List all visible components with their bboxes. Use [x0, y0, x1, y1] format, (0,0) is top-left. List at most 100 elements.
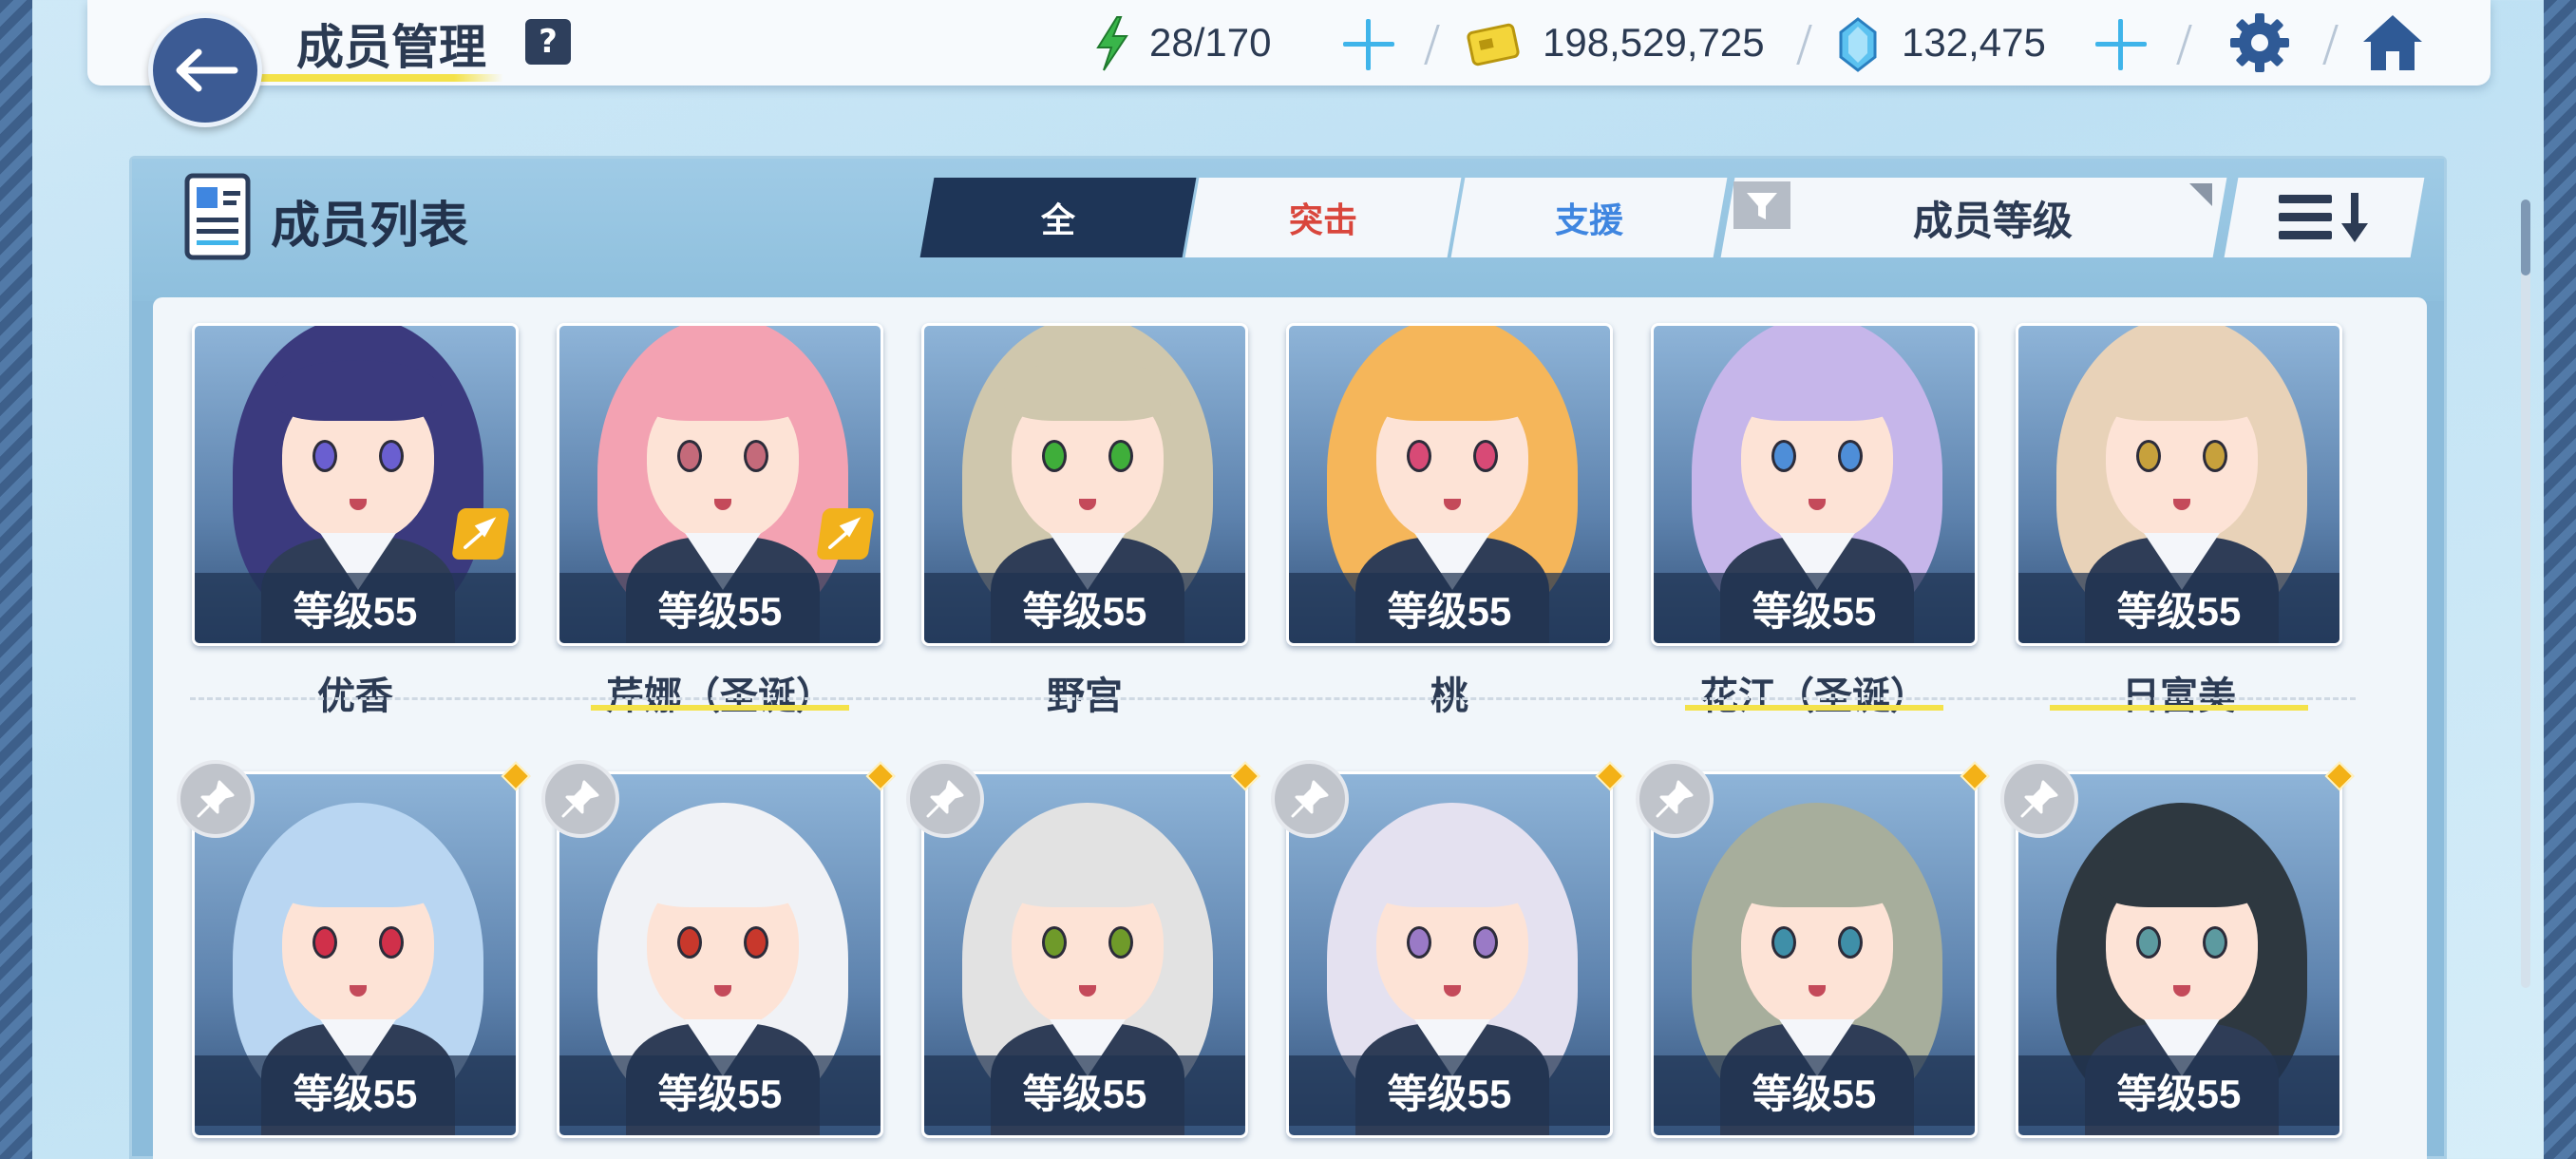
character-eye [1108, 440, 1133, 472]
member-card[interactable]: 等级55 [921, 323, 1248, 646]
sort-dropdown[interactable]: 成员等级 [1720, 178, 2227, 257]
character-eye [2136, 926, 2161, 959]
character-bangs [275, 360, 442, 421]
scrollbar-track[interactable] [2521, 200, 2530, 988]
character-bangs [1733, 846, 1901, 907]
row-divider [190, 697, 2356, 700]
character-eye [744, 440, 768, 472]
member-card[interactable]: 等级55 [1286, 323, 1613, 646]
sort-descending-icon [2279, 193, 2368, 242]
character-eye [677, 926, 702, 959]
member-name: 野宫 [1047, 674, 1123, 718]
help-button[interactable]: ? [525, 19, 571, 65]
back-arrow-icon [176, 48, 238, 92]
character-bangs [1369, 846, 1536, 907]
tab-all[interactable]: 全 [919, 178, 1197, 257]
character-eye [1042, 926, 1067, 959]
scrollbar-thumb[interactable] [2521, 200, 2530, 276]
right-border-decoration [2544, 0, 2576, 1159]
striker-type-badge [816, 508, 875, 560]
tab-striker[interactable]: 突击 [1184, 178, 1462, 257]
pin-icon [1291, 780, 1329, 818]
member-level: 等级55 [195, 1055, 516, 1126]
member-level: 等级55 [2018, 1055, 2339, 1126]
favorite-pin-button[interactable] [541, 760, 619, 838]
character-eye [744, 926, 768, 959]
character-eye [1407, 440, 1431, 472]
stamina-value: 28/170 [1149, 20, 1272, 65]
favorite-pin-button[interactable] [1636, 760, 1714, 838]
member-level: 等级55 [1289, 1055, 1610, 1126]
favorite-pin-button[interactable] [2000, 760, 2078, 838]
tab-all-label: 全 [1040, 201, 1075, 240]
character-eye [1838, 926, 1863, 959]
character-bangs [639, 360, 806, 421]
member-level: 等级55 [559, 1055, 881, 1126]
member-level: 等级55 [2018, 573, 2339, 643]
sort-order-button[interactable] [2224, 178, 2425, 257]
character-eye [2203, 440, 2227, 472]
character-bangs [2098, 846, 2265, 907]
add-stamina-button[interactable] [1343, 19, 1394, 70]
member-name: 优香 [317, 674, 393, 718]
favorite-pin-button[interactable] [177, 760, 255, 838]
member-level: 等级55 [559, 573, 881, 643]
credits-value: 198,529,725 [1543, 20, 1765, 65]
pin-icon [561, 780, 599, 818]
pin-icon [2020, 780, 2058, 818]
list-title: 成员列表 [271, 198, 469, 255]
character-eye [1473, 440, 1498, 472]
back-button[interactable] [148, 13, 262, 127]
favorite-pin-button[interactable] [906, 760, 984, 838]
favorite-pin-button[interactable] [1271, 760, 1349, 838]
character-eye [379, 440, 404, 472]
character-eye [313, 440, 337, 472]
character-bangs [1369, 360, 1536, 421]
pin-icon [926, 780, 964, 818]
character-bangs [1733, 360, 1901, 421]
member-name: 桃 [1430, 674, 1468, 718]
character-eye [2136, 440, 2161, 472]
name-underline [1685, 705, 1943, 711]
member-card-icon [184, 173, 251, 260]
left-border-decoration [0, 0, 32, 1159]
striker-type-badge [451, 508, 510, 560]
pyroxene-gem-icon [1839, 17, 1877, 72]
gear-icon[interactable] [2228, 11, 2291, 74]
member-level: 等级55 [1289, 573, 1610, 643]
rocket-icon [828, 517, 862, 549]
page-title: 成员管理 [296, 20, 486, 75]
home-icon[interactable] [2359, 11, 2426, 74]
member-card[interactable]: 等级55 [557, 323, 883, 646]
sort-label: 成员等级 [1912, 197, 2073, 244]
name-underline [2050, 705, 2308, 711]
member-level: 等级55 [1654, 1055, 1975, 1126]
character-bangs [1004, 360, 1171, 421]
member-level: 等级55 [195, 573, 516, 643]
character-bangs [1004, 846, 1171, 907]
character-eye [379, 926, 404, 959]
member-card[interactable]: 等级55 [192, 323, 519, 646]
character-eye [313, 926, 337, 959]
member-name: 芹娜（圣诞） [606, 674, 834, 718]
member-level: 等级55 [924, 1055, 1245, 1126]
rocket-icon [464, 517, 497, 549]
add-gems-button[interactable] [2095, 19, 2147, 70]
gems-value: 132,475 [1902, 20, 2046, 65]
member-card[interactable]: 等级55 [1651, 323, 1978, 646]
character-bangs [275, 846, 442, 907]
tab-special[interactable]: 支援 [1450, 178, 1728, 257]
member-level: 等级55 [1654, 573, 1975, 643]
character-eye [2203, 926, 2227, 959]
member-card[interactable]: 等级55 [2016, 323, 2342, 646]
character-eye [1771, 440, 1796, 472]
name-underline [591, 705, 849, 711]
pin-icon [1656, 780, 1694, 818]
character-eye [1108, 926, 1133, 959]
character-eye [1473, 926, 1498, 959]
filter-icon[interactable] [1733, 181, 1790, 229]
character-eye [1771, 926, 1796, 959]
credit-card-icon [1467, 23, 1520, 66]
tab-special-label: 支援 [1554, 201, 1623, 240]
dropdown-corner-icon [2189, 183, 2212, 206]
